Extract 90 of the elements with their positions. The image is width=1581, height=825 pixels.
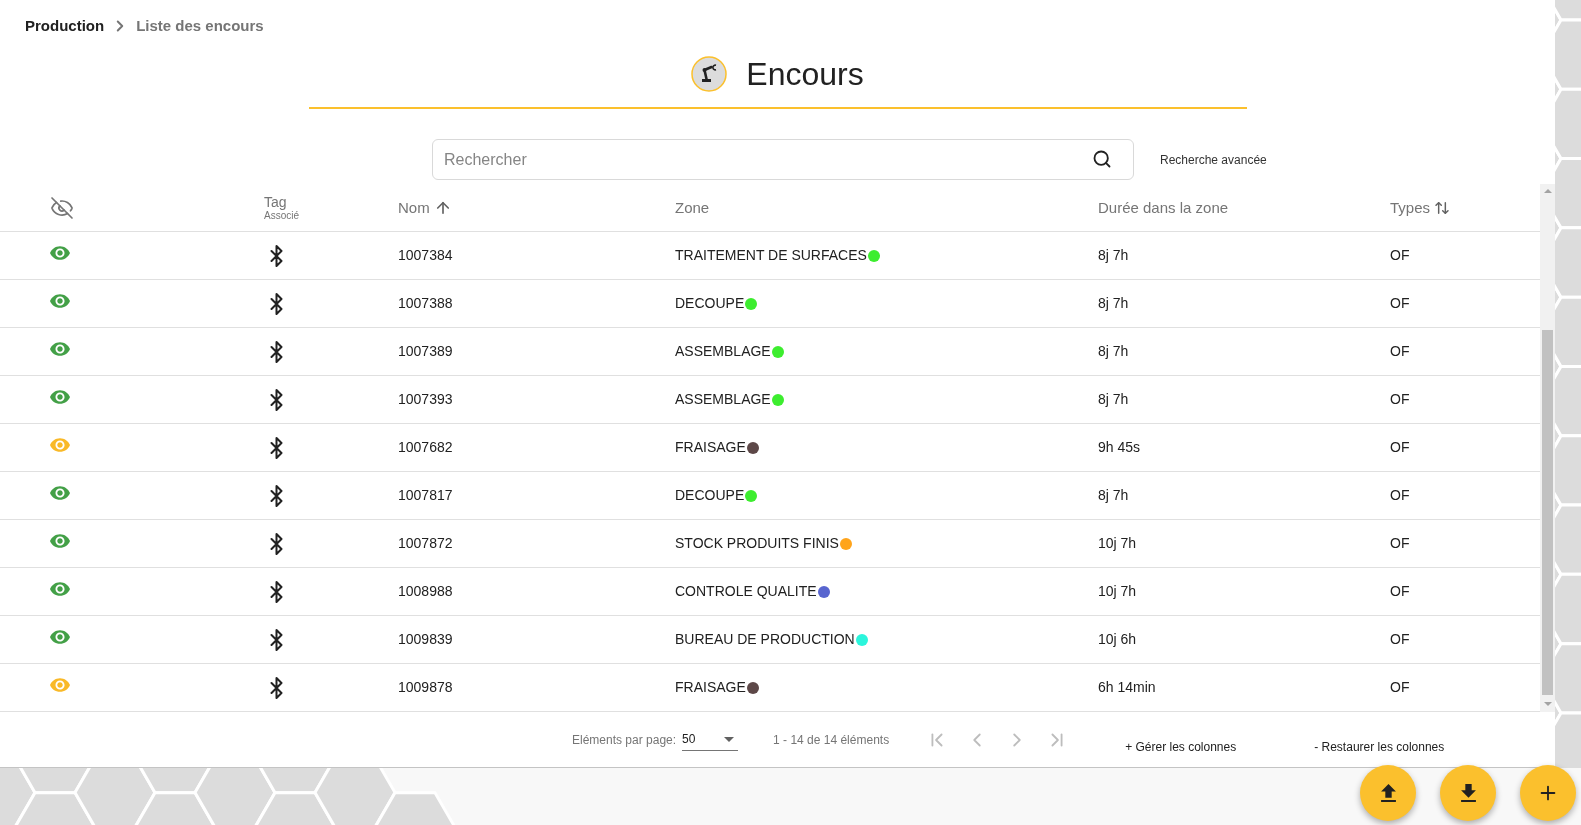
page-title: Encours [746, 54, 864, 93]
table-cell-text: OF [1390, 342, 1410, 362]
scrollbar-thumb[interactable] [1542, 330, 1553, 696]
eye-off-icon[interactable] [50, 195, 74, 220]
eye-icon[interactable] [50, 341, 70, 356]
bluetooth-icon [270, 580, 283, 603]
table-cell-text: TRAITEMENT DE SURFACES [675, 246, 867, 266]
table-cell-text: CONTROLE QUALITE [675, 582, 817, 602]
table-cell-text: 6h 14min [1098, 678, 1156, 698]
table-cell-text: 10j 7h [1098, 582, 1137, 602]
bluetooth-icon [270, 436, 283, 459]
table-cell-text: OF [1390, 678, 1410, 698]
breadcrumb-link[interactable]: Production [25, 14, 105, 38]
search-icon[interactable] [1092, 149, 1112, 170]
column-subheader: Associé [264, 209, 299, 222]
table-cell-text: 1007393 [398, 390, 453, 410]
table-cell-text: OF [1390, 582, 1410, 602]
eye-icon[interactable] [50, 485, 70, 500]
table-cell-text: ASSEMBLAGE [675, 342, 771, 362]
page-range-text: 1 - 14 de 14 éléments [773, 731, 890, 749]
download-button[interactable] [1440, 765, 1496, 821]
table-cell-text: DECOUPE [675, 486, 745, 506]
table-cell-text: 1007384 [398, 246, 453, 266]
eye-icon[interactable] [50, 389, 70, 404]
add-button[interactable] [1520, 765, 1576, 821]
table-cell-text: 10j 6h [1098, 630, 1137, 650]
table-cell-text: 1007388 [398, 294, 453, 314]
table-cell-text: 1009878 [398, 678, 453, 698]
column-header: Tag [264, 193, 287, 210]
bluetooth-icon [270, 244, 283, 267]
table-cell-text: 1009839 [398, 630, 453, 650]
table-cell-text: 1007682 [398, 438, 453, 458]
table-cell-text: 1007817 [398, 486, 453, 506]
column-action-link[interactable]: - Restaurer les colonnes [1314, 737, 1445, 756]
table-cell-text: OF [1390, 534, 1410, 554]
upload-icon [1380, 784, 1396, 802]
bluetooth-icon [270, 628, 283, 651]
upload-button[interactable] [1360, 765, 1416, 821]
table-cell-text: DECOUPE [675, 294, 745, 314]
table-cell-text: OF [1390, 294, 1410, 314]
bluetooth-icon [270, 676, 283, 699]
column-header: Durée dans la zone [1098, 197, 1229, 218]
table-cell-text: 10j 7h [1098, 534, 1137, 554]
scrollbar-track[interactable] [1540, 184, 1555, 713]
table-cell-text: BUREAU DE PRODUCTION [675, 630, 855, 650]
bluetooth-icon [270, 484, 283, 507]
table-cell-text: 9h 45s [1098, 438, 1141, 458]
column-header[interactable]: Types [1390, 196, 1431, 220]
column-header: Zone [675, 197, 710, 218]
table-cell-text: OF [1390, 246, 1410, 266]
eye-icon[interactable] [50, 533, 70, 548]
eye-icon[interactable] [50, 581, 70, 596]
column-header[interactable]: Nom [398, 196, 430, 220]
table-cell-text: FRAISAGE [675, 438, 746, 458]
table-cell-text: 8j 7h [1098, 486, 1129, 506]
eye-icon[interactable] [50, 437, 70, 452]
page-size-select[interactable]: 50 [682, 728, 739, 751]
eye-icon[interactable] [50, 293, 70, 308]
sort-arrows-icon[interactable] [1434, 199, 1451, 216]
table-cell-text: 1008988 [398, 582, 453, 602]
eye-icon[interactable] [50, 629, 70, 644]
table-cell-text: OF [1390, 630, 1410, 650]
table-cell-text: OF [1390, 438, 1410, 458]
advanced-search-link[interactable]: Recherche avancée [1160, 150, 1267, 169]
bluetooth-icon [270, 292, 283, 315]
breadcrumb-link[interactable]: Liste des encours [136, 14, 264, 38]
search-field[interactable]: Rechercher [432, 139, 1134, 181]
table-cell-text: 8j 7h [1098, 294, 1129, 314]
table-cell-text: 8j 7h [1098, 390, 1129, 410]
table-cell-text: OF [1390, 390, 1410, 410]
table-cell-text: 1007872 [398, 534, 453, 554]
dropdown-caret-icon [724, 736, 735, 742]
bluetooth-icon [270, 388, 283, 411]
download-icon [1460, 784, 1476, 802]
page-size-label: Eléments par page: [572, 731, 677, 749]
robot-arm-icon [691, 55, 728, 92]
scroll-up-icon[interactable] [1543, 189, 1552, 194]
column-action-link[interactable]: + Gérer les colonnes [1125, 737, 1237, 756]
table-cell-text: STOCK PRODUITS FINIS [675, 534, 839, 554]
bluetooth-icon [270, 340, 283, 363]
table-cell-text: ASSEMBLAGE [675, 390, 771, 410]
table-cell-text: FRAISAGE [675, 678, 746, 698]
table-cell-text: 1007389 [398, 342, 453, 362]
table-cell-text: 8j 7h [1098, 342, 1129, 362]
eye-icon[interactable] [50, 245, 70, 260]
scroll-down-icon[interactable] [1543, 702, 1552, 707]
table-cell-text: 8j 7h [1098, 246, 1129, 266]
eye-icon[interactable] [50, 677, 70, 692]
table-cell-text: OF [1390, 486, 1410, 506]
bluetooth-icon [270, 532, 283, 555]
